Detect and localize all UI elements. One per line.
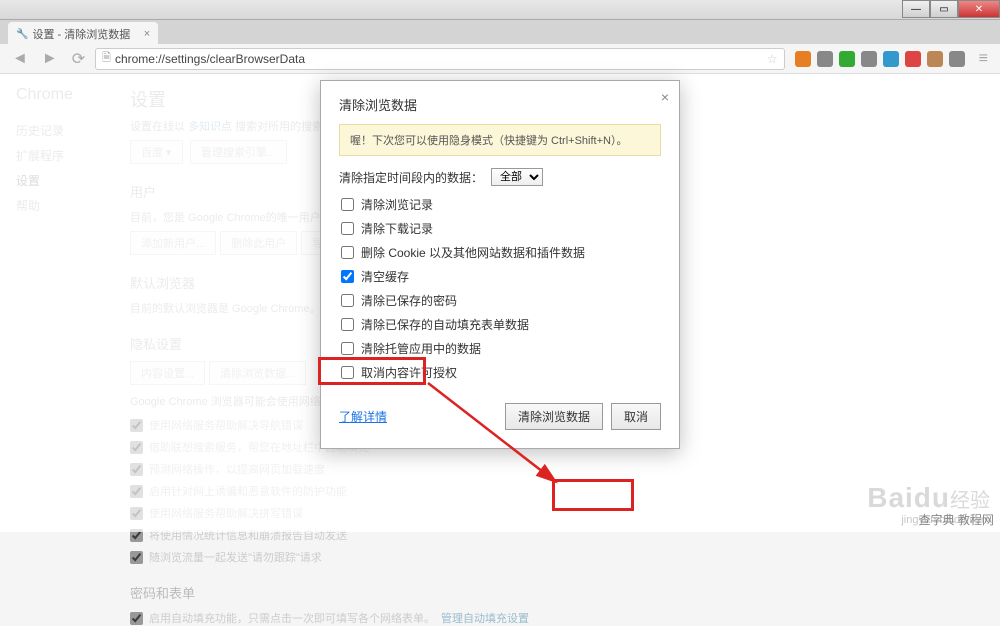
tab-close-icon[interactable]: ×: [144, 28, 150, 40]
extension-icon[interactable]: [927, 51, 943, 67]
clear-checkbox[interactable]: [341, 198, 354, 211]
maximize-button[interactable]: ▭: [930, 0, 958, 18]
extension-icons: [791, 51, 969, 67]
clear-options-list: 清除浏览记录清除下载记录删除 Cookie 以及其他网站数据和插件数据清空缓存清…: [341, 196, 661, 381]
tab-bar: 🔧 设置 - 清除浏览数据 ×: [0, 20, 1000, 44]
modal-close-button[interactable]: ×: [661, 89, 669, 105]
browser-toolbar: ◄ ► ⟳ 🗎 chrome://settings/clearBrowserDa…: [0, 44, 1000, 74]
clear-option-7[interactable]: 取消内容许可授权: [341, 364, 661, 381]
clear-data-button[interactable]: 清除浏览数据: [505, 403, 603, 430]
clear-checkbox[interactable]: [341, 222, 354, 235]
wrench-icon: 🔧: [16, 29, 28, 40]
clear-checkbox[interactable]: [341, 294, 354, 307]
clear-checkbox[interactable]: [341, 318, 354, 331]
passwords-heading: 密码和表单: [130, 583, 980, 602]
extension-icon[interactable]: [795, 51, 811, 67]
forward-button[interactable]: ►: [38, 50, 62, 68]
minimize-button[interactable]: —: [902, 0, 930, 18]
extension-icon[interactable]: [839, 51, 855, 67]
clear-checkbox[interactable]: [341, 366, 354, 379]
clear-data-modal: × 清除浏览数据 喔！下次您可以使用隐身模式（快捷键为 Ctrl+Shift+N…: [320, 80, 680, 449]
clear-option-6[interactable]: 清除托管应用中的数据: [341, 340, 661, 357]
time-range-label: 清除指定时间段内的数据：: [339, 169, 483, 186]
reload-button[interactable]: ⟳: [68, 49, 89, 69]
incognito-tip: 喔！下次您可以使用隐身模式（快捷键为 Ctrl+Shift+N）。: [339, 124, 661, 156]
browser-tab[interactable]: 🔧 设置 - 清除浏览数据 ×: [8, 22, 158, 44]
back-button[interactable]: ◄: [8, 50, 32, 68]
bookmark-star-icon[interactable]: ☆: [767, 52, 778, 66]
modal-title: 清除浏览数据: [339, 95, 661, 114]
extension-icon[interactable]: [905, 51, 921, 67]
menu-button[interactable]: ≡: [975, 50, 992, 68]
extension-icon[interactable]: [817, 51, 833, 67]
learn-more-link[interactable]: 了解详情: [339, 408, 387, 425]
page-icon: 🗎: [102, 49, 111, 68]
clear-checkbox[interactable]: [341, 342, 354, 355]
window-controls: — ▭ ✕: [902, 0, 1000, 18]
close-button[interactable]: ✕: [958, 0, 1000, 18]
url-text: chrome://settings/clearBrowserData: [115, 52, 305, 66]
clear-option-1[interactable]: 清除下载记录: [341, 220, 661, 237]
cancel-button[interactable]: 取消: [611, 403, 661, 430]
clear-option-4[interactable]: 清除已保存的密码: [341, 292, 661, 309]
extension-icon[interactable]: [861, 51, 877, 67]
clear-option-0[interactable]: 清除浏览记录: [341, 196, 661, 213]
window-titlebar: — ▭ ✕: [0, 0, 1000, 20]
clear-checkbox[interactable]: [341, 246, 354, 259]
tab-label: 设置 - 清除浏览数据: [32, 26, 130, 42]
address-bar[interactable]: 🗎 chrome://settings/clearBrowserData ☆: [95, 48, 785, 70]
corner-watermark: 查字典 教程网: [919, 511, 994, 528]
clear-checkbox[interactable]: [341, 270, 354, 283]
extension-icon[interactable]: [883, 51, 899, 67]
clear-option-5[interactable]: 清除已保存的自动填充表单数据: [341, 316, 661, 333]
extension-icon[interactable]: [949, 51, 965, 67]
clear-option-2[interactable]: 删除 Cookie 以及其他网站数据和插件数据: [341, 244, 661, 261]
time-range-select[interactable]: 全部: [491, 168, 543, 186]
clear-option-3[interactable]: 清空缓存: [341, 268, 661, 285]
